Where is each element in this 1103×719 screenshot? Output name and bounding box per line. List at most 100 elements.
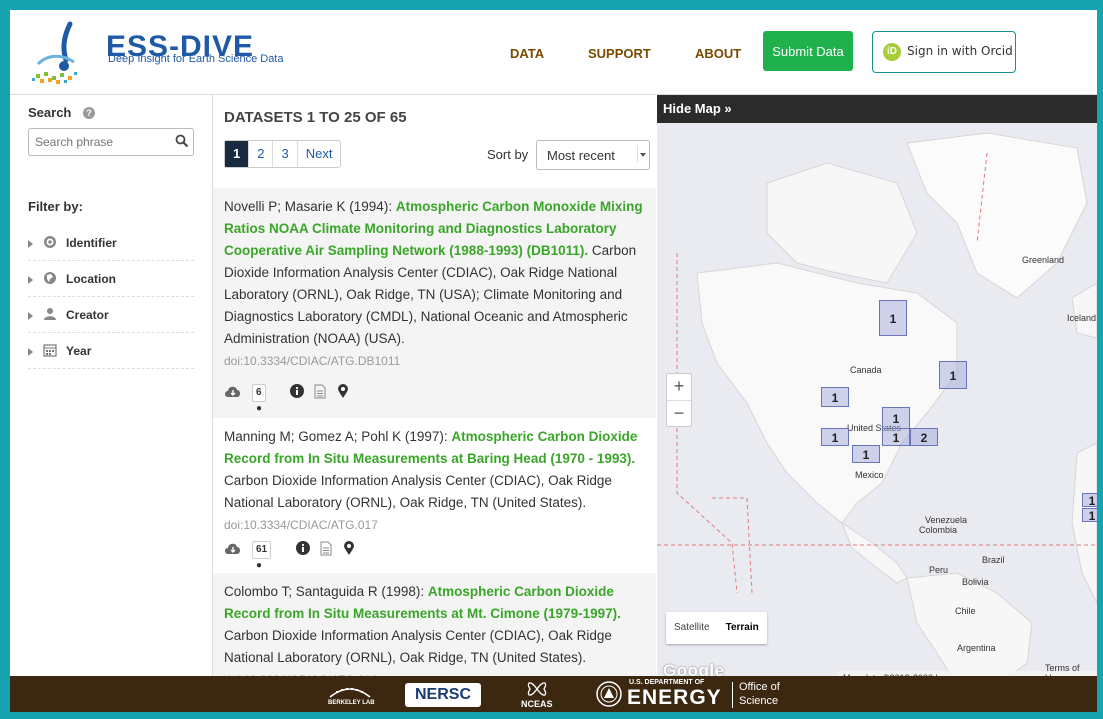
sort-select[interactable]: Most recent <box>536 140 650 170</box>
sort-label: Sort by <box>487 147 529 162</box>
nav-data[interactable]: DATA <box>510 46 544 61</box>
dataset-card: Novelli P; Masarie K (1994): Atmospheric… <box>213 188 656 418</box>
filter-creator[interactable]: Creator <box>28 302 194 333</box>
map-label: Mexico <box>855 470 884 480</box>
terrain-button[interactable]: Terrain <box>718 612 767 644</box>
dataset-authors: Novelli P; Masarie K (1994): <box>224 199 396 214</box>
map-terrain <box>657 123 1097 685</box>
page-2-button[interactable]: 2 <box>249 141 274 167</box>
site-header: ESS-DIVE Deep Insight for Earth Science … <box>10 10 1097 95</box>
nersc-logo[interactable]: NERSC <box>405 683 481 707</box>
dataset-doi[interactable]: doi:10.3334/CDIAC/ATG.DB1011 <box>224 354 400 368</box>
view-count: 6 <box>256 387 262 398</box>
submit-data-button[interactable]: Submit Data <box>763 31 853 71</box>
map-label: Colombia <box>919 525 958 535</box>
document-icon[interactable] <box>314 384 326 399</box>
map-marker-icon[interactable] <box>344 541 354 556</box>
map-cluster-marker[interactable]: 1 <box>821 387 849 407</box>
map-cluster-marker[interactable]: 1 <box>1082 508 1097 523</box>
search-icon[interactable] <box>175 134 189 148</box>
cloud-download-icon[interactable] <box>224 384 242 400</box>
orcid-icon: iD <box>883 43 901 61</box>
map-type-control: Satellite Terrain <box>666 612 767 644</box>
doe-seal-icon[interactable] <box>595 680 623 708</box>
dataset-doi[interactable]: doi:10.3334/CDIAC/ATG.017 <box>224 518 378 532</box>
satellite-button[interactable]: Satellite <box>666 612 718 644</box>
map-label: Argentina <box>957 643 996 653</box>
filter-label: Creator <box>66 308 109 322</box>
orcid-sign-in-label: Sign in with Orcid <box>907 44 1013 58</box>
eye-icon: ● <box>256 403 263 414</box>
nceas-label: NCEAS <box>521 699 553 709</box>
office-of-label: Office of <box>739 681 780 693</box>
map-label: Venezuela <box>925 515 968 525</box>
filter-location[interactable]: Location <box>28 266 194 297</box>
user-icon <box>44 308 56 320</box>
map-marker-icon[interactable] <box>338 384 348 399</box>
berkeley-lab-logo-icon[interactable] <box>328 681 372 699</box>
filter-year[interactable]: Year <box>28 338 194 369</box>
berkeley-lab-label: BERKELEY LAB <box>328 700 375 706</box>
nav-about[interactable]: ABOUT <box>695 46 741 61</box>
search-title: Search <box>28 105 72 120</box>
next-page-button[interactable]: Next <box>298 141 341 167</box>
expand-caret-icon <box>28 276 33 284</box>
map-cluster-marker[interactable]: 1 <box>821 428 849 446</box>
brand-subtitle: Deep Insight for Earth Science Data <box>108 53 284 65</box>
document-icon[interactable] <box>320 541 332 556</box>
dataset-publisher: Carbon Dioxide Information Analysis Cent… <box>224 628 612 665</box>
expand-caret-icon <box>28 240 33 248</box>
doe-top-label: U.S. DEPARTMENT OF <box>629 679 705 686</box>
orcid-sign-in-button[interactable]: iD Sign in with Orcid <box>872 31 1016 73</box>
filter-sidebar: Search ? Filter by: Identifier Location … <box>10 95 213 685</box>
filter-identifier[interactable]: Identifier <box>28 230 194 261</box>
view-count-badge: 61 ● <box>252 541 272 571</box>
calendar-icon <box>43 344 57 357</box>
map-label: Canada <box>850 365 882 375</box>
map-cluster-marker[interactable]: 1 <box>852 445 880 463</box>
help-icon[interactable]: ? <box>83 107 95 119</box>
view-count: 61 <box>256 544 268 555</box>
map-cluster-marker[interactable]: 1 <box>939 361 967 389</box>
map-cluster-marker[interactable]: 1 <box>882 428 910 446</box>
map-zoom-control: + − <box>666 373 692 427</box>
map-cluster-marker[interactable]: 1 <box>879 300 907 336</box>
map-cluster-marker[interactable]: 1 <box>1082 493 1097 508</box>
info-icon[interactable] <box>290 384 304 398</box>
page: ESS-DIVE Deep Insight for Earth Science … <box>10 10 1097 712</box>
map-label: Bolivia <box>962 577 989 587</box>
map-label: Greenland <box>1022 255 1065 265</box>
map-label: Chile <box>955 606 976 616</box>
hide-map-button[interactable]: Hide Map » <box>663 101 732 116</box>
cloud-download-icon[interactable] <box>224 541 242 557</box>
page-1-button[interactable]: 1 <box>225 141 250 167</box>
filter-label: Year <box>66 344 92 358</box>
nceas-logo-icon[interactable] <box>524 679 550 699</box>
zoom-out-button[interactable]: − <box>667 401 691 427</box>
nav-support[interactable]: SUPPORT <box>588 46 651 61</box>
map-cluster-marker[interactable]: 1 <box>882 407 910 429</box>
dataset-citation: Colombo T; Santaguida R (1998): Atmosphe… <box>224 581 649 685</box>
expand-caret-icon <box>28 312 33 320</box>
footer-divider <box>732 682 733 708</box>
map-label: Iceland <box>1067 313 1097 323</box>
dataset-card: Manning M; Gomez A; Pohl K (1997): Atmos… <box>213 418 656 573</box>
zoom-in-button[interactable]: + <box>667 374 691 401</box>
dataset-publisher: Carbon Dioxide Information Analysis Cent… <box>224 473 612 510</box>
dataset-publisher: Carbon Dioxide Information Analysis Cent… <box>224 243 637 346</box>
filter-label: Location <box>66 272 116 286</box>
sort-value: Most recent <box>547 148 615 163</box>
filter-label: Identifier <box>66 236 117 250</box>
map-cluster-marker[interactable]: 2 <box>910 428 938 446</box>
results-map[interactable]: Hide Map » Greenland Iceland Canada Unit… <box>657 95 1097 685</box>
view-count-badge: 6 ● <box>252 384 267 414</box>
map-toolbar: Hide Map » <box>657 95 1097 123</box>
search-input[interactable] <box>35 133 165 151</box>
target-icon <box>44 236 56 248</box>
pagination: 1 2 3 Next <box>224 140 342 168</box>
page-frame: ESS-DIVE Deep Insight for Earth Science … <box>0 0 1103 719</box>
ess-dive-logo-icon[interactable] <box>28 18 98 88</box>
info-icon[interactable] <box>296 541 310 555</box>
expand-caret-icon <box>28 348 33 356</box>
page-3-button[interactable]: 3 <box>273 141 298 167</box>
